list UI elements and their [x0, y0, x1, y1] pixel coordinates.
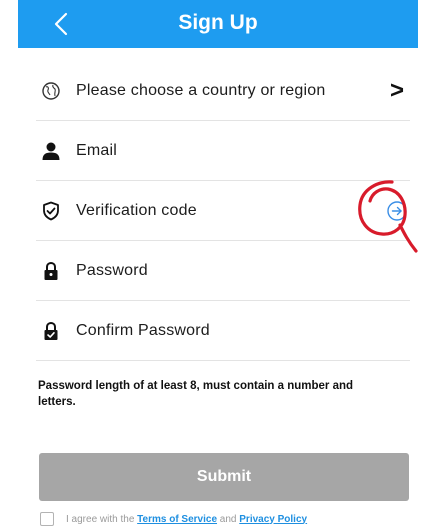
- confirm-password-field[interactable]: Confirm Password: [36, 301, 410, 361]
- lock-icon: [40, 260, 62, 282]
- verification-code-field[interactable]: Verification code: [36, 181, 410, 241]
- lock-check-icon: [40, 320, 62, 342]
- verification-placeholder: Verification code: [76, 201, 197, 219]
- terms-of-service-link[interactable]: Terms of Service: [137, 514, 217, 525]
- confirm-password-placeholder: Confirm Password: [76, 321, 210, 339]
- submit-button[interactable]: Submit: [39, 453, 409, 501]
- email-placeholder: Email: [76, 141, 118, 159]
- country-label: Please choose a country or region: [76, 81, 326, 99]
- password-field[interactable]: Password: [36, 241, 410, 301]
- send-code-button[interactable]: [386, 200, 408, 222]
- agree-checkbox[interactable]: [40, 512, 54, 526]
- page-title: Sign Up: [178, 11, 258, 34]
- user-icon: [40, 140, 62, 162]
- shield-check-icon: [40, 200, 62, 222]
- signup-form: Please choose a country or region > Emai…: [36, 61, 410, 361]
- header-bar: Sign Up: [18, 0, 418, 48]
- globe-icon: [40, 80, 62, 102]
- agreement-row: I agree with the Terms of Service and Pr…: [40, 512, 307, 526]
- password-placeholder: Password: [76, 261, 148, 279]
- chevron-right-icon[interactable]: >: [390, 77, 404, 105]
- email-field[interactable]: Email: [36, 121, 410, 181]
- arrow-right-circle-icon: [387, 200, 407, 221]
- agree-prefix: I agree with the: [66, 513, 135, 525]
- country-selector[interactable]: Please choose a country or region >: [36, 61, 410, 121]
- agree-and: and: [219, 513, 237, 525]
- password-hint: Password length of at least 8, must cont…: [38, 380, 354, 408]
- privacy-policy-link[interactable]: Privacy Policy: [239, 514, 307, 525]
